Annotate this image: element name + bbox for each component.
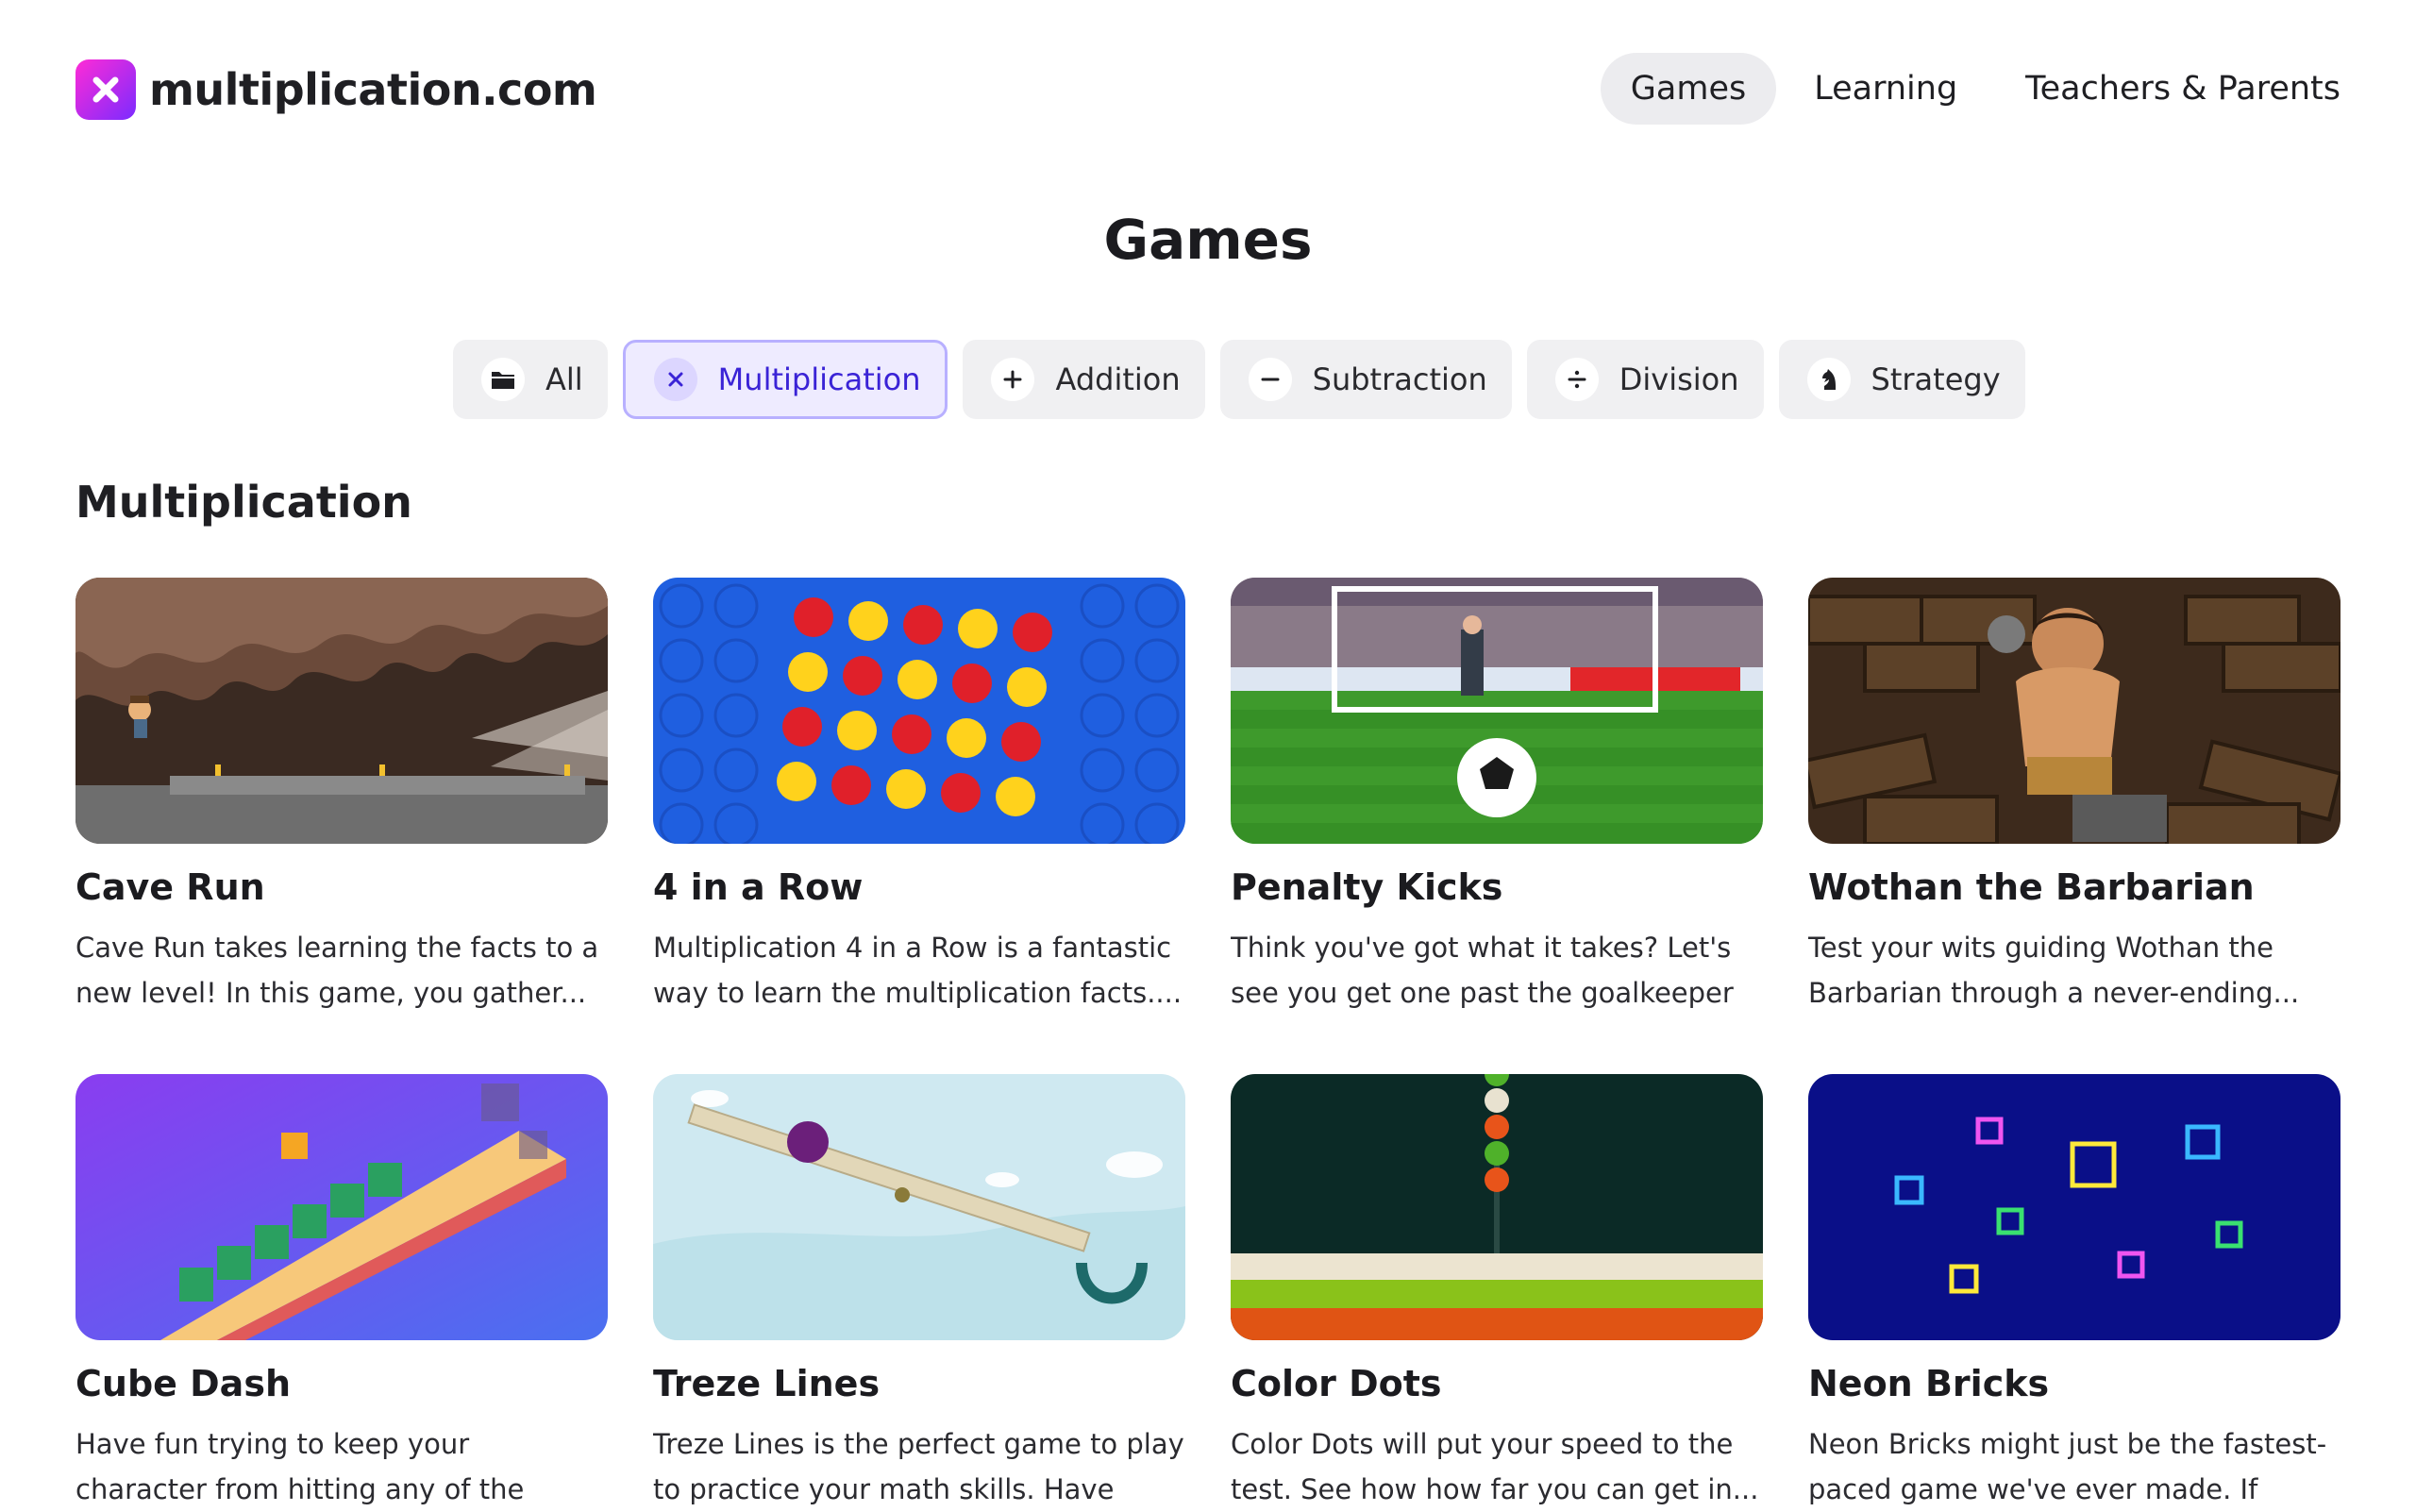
game-description: Cave Run takes learning the facts to a n… — [76, 932, 599, 1009]
filter-strategy[interactable]: Strategy — [1778, 340, 2025, 419]
minus-icon — [1248, 358, 1292, 401]
game-card-treze-lines[interactable]: Treze Lines Treze Lines is the perfect g… — [653, 1074, 1185, 1512]
main-nav: Games Learning Teachers & Parents — [1600, 53, 2371, 125]
game-description: Test your wits guiding Wothan the Barbar… — [1808, 932, 2300, 1009]
game-description: Neon Bricks might just be the fastest-pa… — [1808, 1428, 2327, 1505]
filter-addition[interactable]: Addition — [963, 340, 1205, 419]
category-filters: All Multiplication Addition Subtraction … — [453, 340, 2025, 419]
game-thumbnail[interactable] — [1231, 578, 1763, 844]
game-description: Multiplication 4 in a Row is a fantastic… — [653, 932, 1183, 1009]
game-title[interactable]: Wothan the Barbarian — [1808, 866, 2340, 908]
nav-games[interactable]: Games — [1600, 53, 1777, 125]
game-card-penalty-kicks[interactable]: Penalty Kicks Think you've got what it t… — [1231, 578, 1763, 1016]
nav-teachers-parents[interactable]: Teachers & Parents — [1995, 53, 2371, 125]
game-description: Have fun trying to keep your character f… — [76, 1428, 525, 1505]
game-description: Think you've got what it takes? Let's se… — [1231, 932, 1734, 1009]
game-title[interactable]: Color Dots — [1231, 1363, 1763, 1404]
filter-all[interactable]: All — [453, 340, 608, 419]
logo-text: multiplication.com — [149, 64, 597, 115]
game-card-cube-dash[interactable]: Cube Dash Have fun trying to keep your c… — [76, 1074, 608, 1512]
filter-strategy-label: Strategy — [1871, 361, 2001, 397]
game-title[interactable]: Cube Dash — [76, 1363, 608, 1404]
game-title[interactable]: Treze Lines — [653, 1363, 1185, 1404]
filter-multiplication[interactable]: Multiplication — [622, 340, 948, 419]
page-title: Games — [1103, 208, 1313, 272]
game-thumbnail[interactable] — [76, 1074, 608, 1340]
filter-division-label: Division — [1619, 361, 1739, 397]
nav-learning[interactable]: Learning — [1784, 53, 1988, 125]
games-grid: Cave Run Cave Run takes learning the fac… — [76, 578, 2340, 1512]
folder-icon — [481, 358, 525, 401]
game-thumbnail[interactable] — [76, 578, 608, 844]
game-card-color-dots[interactable]: Color Dots Color Dots will put your spee… — [1231, 1074, 1763, 1512]
filter-multiplication-label: Multiplication — [717, 361, 921, 397]
game-card-4-in-a-row[interactable]: 4 in a Row Multiplication 4 in a Row is … — [653, 578, 1185, 1016]
site-header: multiplication.com Games Learning Teache… — [0, 0, 2416, 179]
filter-division[interactable]: Division — [1526, 340, 1764, 419]
divide-icon — [1554, 358, 1599, 401]
game-description: Treze Lines is the perfect game to play … — [653, 1428, 1184, 1505]
times-icon — [653, 358, 697, 401]
game-thumbnail[interactable] — [653, 1074, 1185, 1340]
game-card-cave-run[interactable]: Cave Run Cave Run takes learning the fac… — [76, 578, 608, 1016]
plus-icon — [991, 358, 1035, 401]
game-title[interactable]: Cave Run — [76, 866, 608, 908]
section-title: Multiplication — [76, 477, 412, 528]
game-thumbnail[interactable] — [653, 578, 1185, 844]
game-card-wothan-the-barbarian[interactable]: Wothan the Barbarian Test your wits guid… — [1808, 578, 2340, 1016]
game-thumbnail[interactable] — [1808, 578, 2340, 844]
filter-subtraction-label: Subtraction — [1312, 361, 1487, 397]
game-title[interactable]: Penalty Kicks — [1231, 866, 1763, 908]
logo-times-icon — [76, 59, 136, 120]
game-title[interactable]: 4 in a Row — [653, 866, 1185, 908]
filter-addition-label: Addition — [1055, 361, 1181, 397]
filter-all-label: All — [545, 361, 583, 397]
game-thumbnail[interactable] — [1231, 1074, 1763, 1340]
game-description: Color Dots will put your speed to the te… — [1231, 1428, 1759, 1505]
game-title[interactable]: Neon Bricks — [1808, 1363, 2340, 1404]
game-thumbnail[interactable] — [1808, 1074, 2340, 1340]
filter-subtraction[interactable]: Subtraction — [1219, 340, 1512, 419]
chess-knight-icon — [1806, 358, 1851, 401]
site-logo[interactable]: multiplication.com — [76, 59, 597, 120]
game-card-neon-bricks[interactable]: Neon Bricks Neon Bricks might just be th… — [1808, 1074, 2340, 1512]
